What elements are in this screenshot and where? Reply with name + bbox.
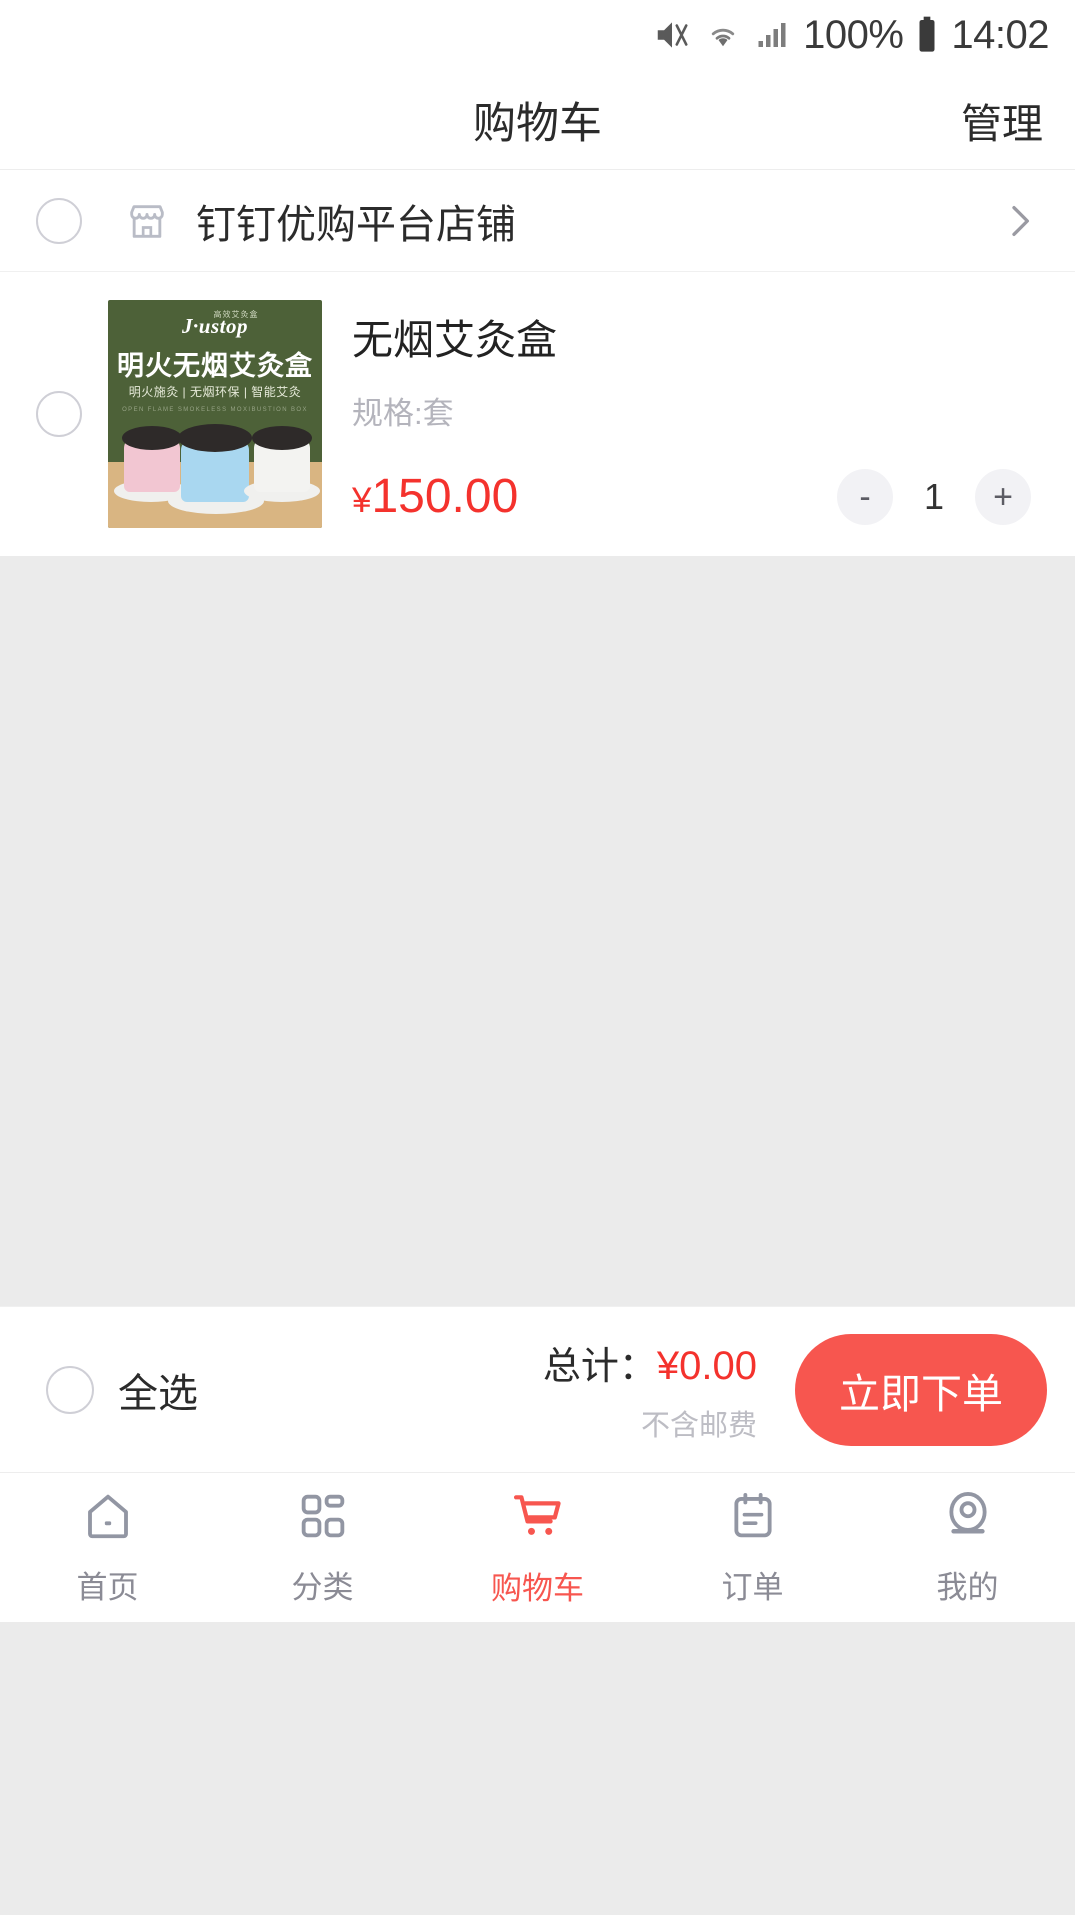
store-name: 钉钉优购平台店铺 (196, 202, 516, 247)
thumbnail-lid-center (178, 424, 252, 452)
tab-profile-label: 我的 (936, 1569, 999, 1605)
total-line: 总计： ¥0.00 (543, 1335, 757, 1390)
grid-icon (296, 1489, 350, 1548)
battery-percent: 100% (803, 12, 904, 57)
thumbnail-tagline: OPEN FLAME SMOKELESS MOXIBUSTION BOX (122, 407, 308, 413)
chevron-right-icon[interactable] (999, 201, 1039, 241)
quantity-stepper: - 1 + (837, 469, 1031, 525)
thumbnail-lid-right (252, 426, 312, 450)
cart-summary-bar: 全选 总计： ¥0.00 不含邮费 立即下单 (0, 1306, 1075, 1472)
product-thumbnail[interactable]: 高效艾灸盒 J·ustop 明火无烟艾灸盒 明火施灸 | 无烟环保 | 智能艾灸… (108, 300, 322, 528)
tab-category[interactable]: 分类 (215, 1473, 430, 1622)
price-and-quantity: ¥150.00 - 1 + (352, 469, 1045, 525)
tab-orders-label: 订单 (721, 1569, 784, 1605)
tab-home-label: 首页 (76, 1569, 139, 1605)
tab-cart[interactable]: 购物车 (430, 1473, 645, 1622)
store-icon (124, 198, 170, 244)
thumbnail-brand: J·ustop (182, 314, 248, 338)
thumbnail-lid-left (122, 426, 182, 450)
bottom-tab-bar: 首页 分类 购物车 订单 我的 (0, 1472, 1075, 1622)
wifi-icon (705, 16, 741, 54)
product-name[interactable]: 无烟艾灸盒 (352, 306, 1045, 366)
thumbnail-subtitle: 明火施灸 | 无烟环保 | 智能艾灸 (128, 385, 302, 399)
select-all-label: 全选 (118, 1371, 198, 1416)
clipboard-icon (726, 1489, 780, 1548)
signal-icon (754, 16, 790, 54)
totals-group: 总计： ¥0.00 不含邮费 (198, 1335, 795, 1444)
product-price: ¥150.00 (352, 473, 518, 521)
mute-icon (652, 16, 692, 54)
cart-item-row: 高效艾灸盒 J·ustop 明火无烟艾灸盒 明火施灸 | 无烟环保 | 智能艾灸… (0, 272, 1075, 556)
product-spec: 规格:套 (352, 396, 454, 431)
battery-icon (916, 15, 938, 55)
empty-area (0, 556, 1075, 1306)
product-checkbox[interactable] (36, 391, 82, 437)
manage-button[interactable]: 管理 (961, 90, 1043, 150)
status-bar: 100% 14:02 (0, 0, 1075, 70)
price-amount: 150.00 (371, 470, 519, 523)
select-all-checkbox[interactable] (46, 1365, 94, 1414)
title-bar: 购物车 管理 (0, 70, 1075, 170)
total-label: 总计： (542, 1346, 657, 1388)
quantity-decrease-button[interactable]: - (837, 469, 893, 525)
shipping-note: 不含邮费 (640, 1410, 757, 1442)
clock: 14:02 (951, 12, 1049, 57)
tab-orders[interactable]: 订单 (645, 1473, 860, 1622)
tab-home[interactable]: 首页 (0, 1473, 215, 1622)
select-all-group[interactable]: 全选 (46, 1361, 198, 1419)
quantity-increase-button[interactable]: + (975, 469, 1031, 525)
cart-icon (510, 1488, 566, 1549)
tab-profile[interactable]: 我的 (860, 1473, 1075, 1622)
checkout-button[interactable]: 立即下单 (795, 1333, 1047, 1446)
person-icon (941, 1489, 995, 1548)
home-icon (81, 1489, 135, 1548)
quantity-value[interactable]: 1 (903, 476, 965, 518)
tab-cart-label: 购物车 (491, 1570, 584, 1606)
tab-category-label: 分类 (291, 1569, 354, 1605)
store-checkbox[interactable] (36, 197, 82, 244)
page-title: 购物车 (473, 99, 602, 148)
currency-symbol: ¥ (352, 481, 372, 520)
thumbnail-title: 明火无烟艾灸盒 (117, 351, 313, 381)
product-info: 无烟艾灸盒 规格:套 ¥150.00 - 1 + (352, 300, 1045, 528)
total-value: ¥0.00 (656, 1344, 757, 1388)
store-row[interactable]: 钉钉优购平台店铺 (0, 170, 1075, 272)
